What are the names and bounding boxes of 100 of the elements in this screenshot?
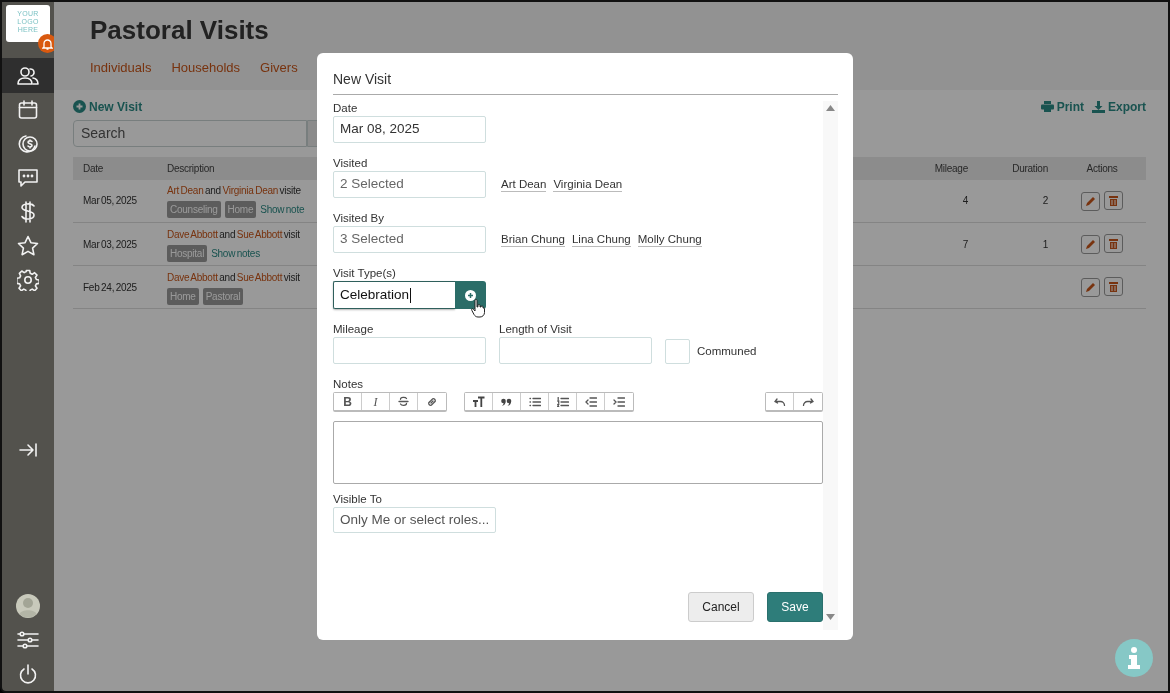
calendar-icon[interactable]: [18, 99, 38, 120]
field-label: Length of Visit: [499, 322, 573, 337]
delete-button[interactable]: [1104, 234, 1123, 254]
toolbar-button[interactable]: [766, 393, 794, 410]
field-label: Visited By: [333, 211, 385, 226]
nav-tab[interactable]: Givers: [260, 58, 298, 78]
column-header: Date: [83, 162, 104, 174]
outdent-icon: [584, 396, 597, 407]
text-size-icon: [472, 396, 485, 407]
new-visit-link[interactable]: New Visit: [73, 97, 143, 116]
info-button[interactable]: [1115, 639, 1153, 677]
person-link[interactable]: Brian Chung: [501, 232, 565, 247]
delete-button[interactable]: [1104, 191, 1123, 210]
collapse-icon[interactable]: [19, 442, 37, 457]
export-link[interactable]: Export: [1092, 97, 1146, 116]
hand-cursor-icon: [471, 299, 485, 318]
duration-text: 1: [1042, 238, 1048, 250]
add-button[interactable]: [455, 281, 486, 309]
date-text: Mar 03, 2025: [83, 238, 137, 250]
toolbar-button[interactable]: [465, 393, 493, 410]
field-label: Visited: [333, 156, 369, 171]
checkbox-label: Communed: [697, 344, 757, 359]
sliders-icon[interactable]: [17, 629, 39, 650]
pencil-icon: [1086, 282, 1095, 292]
star-icon[interactable]: [17, 234, 39, 257]
tag: Hospital: [167, 244, 208, 262]
checkbox[interactable]: [665, 339, 690, 364]
person-link[interactable]: Molly Chung: [637, 232, 702, 247]
duration-text: 2: [1042, 195, 1048, 207]
save-button[interactable]: Save: [767, 592, 823, 622]
field-label: Mileage: [333, 322, 375, 337]
visit-type-field[interactable]: Celebration: [333, 281, 455, 309]
edit-button[interactable]: [1081, 277, 1100, 297]
date-field[interactable]: Mar 08, 2025: [333, 116, 486, 143]
person-link[interactable]: Dave Abbott: [167, 228, 218, 240]
pencil-icon: [1086, 196, 1095, 206]
numbered-list-icon: [556, 396, 569, 407]
scroll-up-icon[interactable]: [826, 105, 835, 111]
edit-button[interactable]: [1081, 234, 1100, 254]
dialog-title: New Visit: [333, 69, 838, 95]
mileage-field[interactable]: [333, 337, 486, 364]
delete-button[interactable]: [1104, 277, 1123, 297]
person-link[interactable]: Art Dean: [501, 177, 547, 192]
tag: Counseling: [167, 201, 221, 219]
strikethrough-icon: [398, 396, 409, 407]
edit-button[interactable]: [1081, 191, 1100, 211]
scroll-down-icon[interactable]: [826, 614, 835, 620]
show-notes-link[interactable]: Show notes: [211, 247, 260, 259]
person-link[interactable]: Dave Abbott: [167, 271, 218, 283]
nav-tab[interactable]: Individuals: [90, 58, 152, 78]
indent-icon: [613, 396, 625, 407]
column-header: Actions: [1086, 162, 1118, 174]
chat-icon[interactable]: [17, 167, 39, 188]
people-icon[interactable]: [17, 65, 39, 86]
print-link[interactable]: Print: [1040, 97, 1084, 116]
undo-icon: [773, 397, 786, 406]
bullet-list-icon: [528, 396, 541, 407]
person-link[interactable]: Sue Abbott: [236, 271, 283, 283]
person-link[interactable]: Lina Chung: [571, 232, 631, 247]
person-link[interactable]: Virginia Dean: [222, 185, 279, 197]
power-icon[interactable]: [19, 663, 37, 684]
field-label: Visit Type(s): [333, 266, 397, 281]
bell-icon[interactable]: [42, 37, 53, 50]
mileage-text: 7: [962, 238, 968, 250]
description-text: Dave AbbottandSue Abbottvisit: [167, 271, 300, 283]
select-field[interactable]: 3 Selected: [333, 226, 486, 253]
coin-icon[interactable]: [17, 132, 39, 155]
show-notes-link[interactable]: Show note: [260, 204, 305, 216]
info-icon: [1128, 647, 1140, 669]
select-field[interactable]: 2 Selected: [333, 171, 486, 198]
tag: Home: [224, 201, 257, 219]
person-link[interactable]: Sue Abbott: [236, 228, 283, 240]
nav-tab[interactable]: Households: [171, 58, 241, 78]
link-icon: [426, 395, 438, 408]
description-text: Art DeanandVirginia Deanvisite: [167, 185, 301, 197]
mileage-text: 4: [962, 195, 968, 207]
scrollbar[interactable]: [823, 101, 838, 630]
page-title: Pastoral Visits: [90, 14, 270, 46]
bold-button[interactable]: B: [334, 393, 362, 410]
dollar-icon[interactable]: [19, 199, 37, 224]
settings-icon[interactable]: [17, 268, 39, 291]
notes-field[interactable]: [333, 421, 823, 484]
redo-icon: [802, 397, 814, 406]
avatar-icon[interactable]: [16, 593, 40, 618]
search-field[interactable]: Search: [73, 119, 307, 147]
field-label: Visible To: [333, 492, 383, 507]
field-label: Notes: [333, 377, 365, 392]
trash-icon: [1109, 238, 1118, 249]
column-header: Description: [167, 162, 215, 174]
plus-circle-icon: [465, 289, 476, 301]
trash-icon: [1109, 195, 1118, 206]
length-field[interactable]: [499, 337, 652, 364]
roles-field[interactable]: Only Me or select roles...: [333, 507, 497, 533]
person-link[interactable]: Art Dean: [167, 185, 204, 197]
person-link[interactable]: Virginia Dean: [553, 177, 623, 192]
column-header: Mileage: [934, 162, 968, 174]
column-header: Duration: [1012, 162, 1048, 174]
tag: Pastoral: [202, 287, 244, 305]
plus-circle-icon: [73, 100, 86, 113]
cancel-button[interactable]: Cancel: [688, 592, 754, 622]
